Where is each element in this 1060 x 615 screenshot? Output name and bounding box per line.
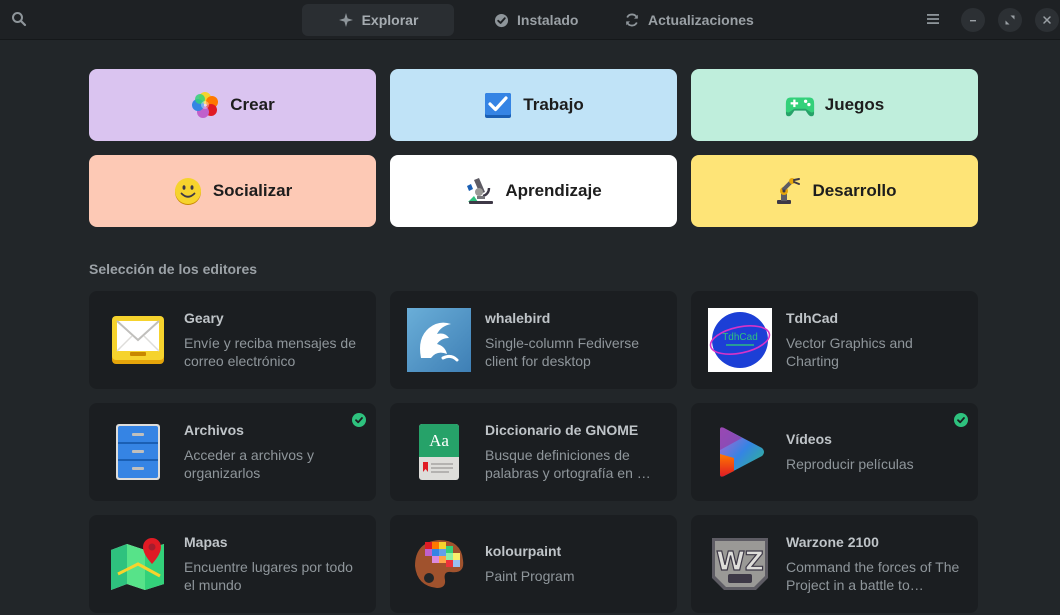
app-tile-dictionary[interactable]: Aa Diccionario de GNOME Busque definicio… xyxy=(390,403,677,501)
app-tile-warzone-2100[interactable]: WZ Warzone 2100 Command the forces of Th… xyxy=(691,515,978,613)
tab-updates[interactable]: Actualizaciones xyxy=(610,4,768,36)
app-tile-videos[interactable]: Vídeos Reproducir películas xyxy=(691,403,978,501)
minimize-button[interactable] xyxy=(961,8,985,32)
tdhcad-logo-text: TdhCad xyxy=(722,332,758,343)
paint-palette-icon xyxy=(407,532,471,596)
app-tile-files[interactable]: Archivos Acceder a archivos y organizarl… xyxy=(89,403,376,501)
installed-check-icon xyxy=(352,413,366,427)
app-name: TdhCad xyxy=(786,310,839,326)
category-create[interactable]: Crear xyxy=(89,69,376,141)
maximize-button[interactable] xyxy=(998,8,1022,32)
app-name: whalebird xyxy=(485,310,551,326)
video-play-icon xyxy=(708,420,772,484)
app-tile-whalebird[interactable]: whalebird Single-column Fediverse client… xyxy=(390,291,677,389)
category-development[interactable]: Desarrollo xyxy=(691,155,978,227)
installed-check-icon xyxy=(954,413,968,427)
flower-icon xyxy=(190,90,220,120)
mail-envelope-icon xyxy=(106,308,170,372)
app-tile-geary[interactable]: Geary Envíe y reciba mensajes de correo … xyxy=(89,291,376,389)
search-button[interactable] xyxy=(8,8,30,30)
app-description: Acceder a archivos y organizarlos xyxy=(184,447,314,481)
category-learning-label: Aprendizaje xyxy=(505,181,602,200)
refresh-icon xyxy=(626,13,638,27)
dictionary-book-icon: Aa xyxy=(407,420,471,484)
category-learning[interactable]: Aprendizaje xyxy=(390,155,677,227)
search-icon xyxy=(12,12,27,27)
header-bar: Explorar Instalado Actualizaciones xyxy=(0,0,1060,40)
warzone-logo-icon: WZ xyxy=(708,532,772,596)
app-name: Diccionario de GNOME xyxy=(485,422,639,438)
gamepad-icon xyxy=(785,90,815,120)
microscope-icon xyxy=(465,176,495,206)
check-circle-icon xyxy=(494,13,509,27)
file-cabinet-icon xyxy=(106,420,170,484)
whale-icon xyxy=(407,308,471,372)
tab-explore[interactable]: Explorar xyxy=(302,4,454,36)
category-development-label: Desarrollo xyxy=(812,181,897,200)
app-description: Reproducir películas xyxy=(786,456,914,472)
tab-explore-label: Explorar xyxy=(361,12,419,28)
category-create-label: Crear xyxy=(230,95,275,114)
app-description: Encuentre lugares por todo el mundo xyxy=(184,559,353,593)
tdhcad-logo-icon: TdhCad xyxy=(708,308,772,372)
close-button[interactable] xyxy=(1035,8,1059,32)
category-games-label: Juegos xyxy=(824,95,885,114)
app-description: Vector Graphics and Charting xyxy=(786,335,913,369)
category-work-label: Trabajo xyxy=(523,95,584,114)
maximize-icon xyxy=(1005,15,1015,25)
app-description: Paint Program xyxy=(485,568,575,584)
tab-installed[interactable]: Instalado xyxy=(480,4,592,36)
robot-arm-icon xyxy=(772,176,802,206)
app-tile-kolourpaint[interactable]: kolourpaint Paint Program xyxy=(390,515,677,613)
app-name: Geary xyxy=(184,310,224,326)
app-name: kolourpaint xyxy=(485,543,562,559)
checkbox-icon xyxy=(483,90,513,120)
app-description: Single-column Fediverse client for deskt… xyxy=(485,335,640,369)
map-pin-icon xyxy=(106,532,170,596)
main-menu-button[interactable] xyxy=(922,8,944,30)
app-description: Envíe y reciba mensajes de correo electr… xyxy=(184,335,356,369)
hamburger-menu-icon xyxy=(927,14,939,24)
app-description: Busque definiciones de palabras y ortogr… xyxy=(485,447,651,481)
category-social[interactable]: Socializar xyxy=(89,155,376,227)
app-tile-tdhcad[interactable]: TdhCad TdhCad Vector Graphics and Charti… xyxy=(691,291,978,389)
app-description: Command the forces of The Project in a b… xyxy=(786,559,960,593)
sparkle-icon xyxy=(338,13,353,27)
app-name: Vídeos xyxy=(786,431,832,447)
close-icon xyxy=(1043,16,1051,24)
tab-installed-label: Instalado xyxy=(517,12,579,28)
app-name: Mapas xyxy=(184,534,228,550)
app-name: Warzone 2100 xyxy=(786,534,879,550)
category-work[interactable]: Trabajo xyxy=(390,69,677,141)
smiley-icon xyxy=(173,176,203,206)
app-name: Archivos xyxy=(184,422,244,438)
category-social-label: Socializar xyxy=(212,181,293,200)
dictionary-icon-text: Aa xyxy=(429,431,449,450)
category-games[interactable]: Juegos xyxy=(691,69,978,141)
warzone-logo-text: WZ xyxy=(716,547,764,577)
minimize-icon xyxy=(970,20,976,22)
editors-picks-title: Selección de los editores xyxy=(89,261,258,277)
tab-updates-label: Actualizaciones xyxy=(648,12,754,28)
app-tile-maps[interactable]: Mapas Encuentre lugares por todo el mund… xyxy=(89,515,376,613)
